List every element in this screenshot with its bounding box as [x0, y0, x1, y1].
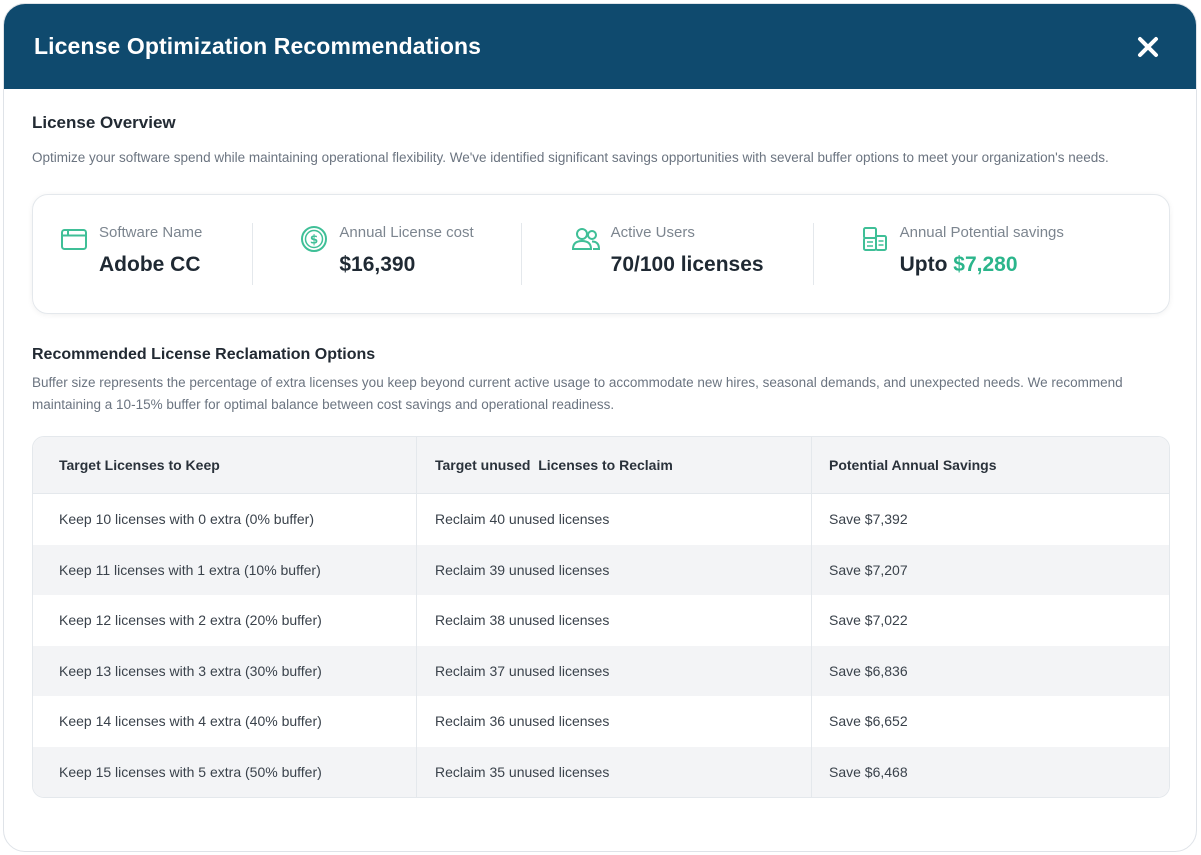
- close-button[interactable]: [1132, 31, 1164, 63]
- savings-cell: Save $6,836: [829, 662, 908, 679]
- reclaim-cell: Reclaim 40 unused licenses: [417, 494, 812, 545]
- modal-title: License Optimization Recommendations: [34, 33, 482, 59]
- stat-divider: [812, 223, 814, 285]
- keep-cell: Keep 11 licenses with 1 extra (10% buffe…: [33, 544, 417, 595]
- savings-cell: Save $6,468: [829, 763, 908, 780]
- column-header-reclaim: Target unused Licenses to Reclaim: [417, 437, 812, 493]
- savings-prefix: Upto: [899, 253, 948, 276]
- savings-stack-icon: [862, 227, 887, 251]
- keep-cell: Keep 13 licenses with 3 extra (30% buffe…: [33, 645, 417, 696]
- reclaim-cell: Reclaim 37 unused licenses: [417, 645, 812, 696]
- potential-savings-value: Upto $7,280: [900, 253, 1064, 277]
- reclamation-description: Buffer size represents the percentage of…: [32, 375, 1123, 412]
- stat-divider: [520, 223, 522, 285]
- savings-cell: Save $7,022: [829, 612, 908, 629]
- svg-text:$: $: [310, 233, 318, 247]
- software-name-label: Software Name: [99, 224, 203, 241]
- savings-cell: Save $7,207: [829, 561, 908, 578]
- license-overview-title: License Overview: [32, 113, 176, 132]
- savings-cell: Save $6,652: [829, 713, 908, 730]
- overview-card: Software Name Adobe CC $ Annual License …: [32, 194, 1170, 314]
- reclaim-cell: Reclaim 38 unused licenses: [417, 595, 812, 646]
- table-row[interactable]: Keep 11 licenses with 1 extra (10% buffe…: [33, 544, 1169, 595]
- column-header-keep: Target Licenses to Keep: [33, 437, 417, 493]
- stat-software-name: Software Name Adobe CC: [59, 224, 202, 284]
- savings-cell: Save $7,392: [829, 511, 908, 528]
- browser-window-icon: [61, 229, 87, 250]
- reclaim-cell: Reclaim 36 unused licenses: [417, 696, 812, 747]
- annual-cost-label: Annual License cost: [339, 224, 474, 241]
- potential-savings-label: Annual Potential savings: [899, 224, 1064, 241]
- stat-annual-cost: $ Annual License cost $16,390: [299, 224, 474, 284]
- active-users-value: 70/100 licenses: [610, 253, 764, 276]
- dollar-coin-icon: $: [301, 226, 328, 252]
- stat-potential-savings: Annual Potential savings Upto $7,280: [860, 224, 1064, 284]
- users-icon: [571, 228, 600, 250]
- table-row[interactable]: Keep 10 licenses with 0 extra (0% buffer…: [33, 494, 1169, 545]
- column-header-savings: Potential Annual Savings: [829, 457, 997, 473]
- stat-divider: [252, 223, 254, 285]
- modal-body: License Overview Optimize your software …: [4, 89, 1196, 798]
- table-row[interactable]: Keep 13 licenses with 3 extra (30% buffe…: [33, 645, 1169, 696]
- table-row[interactable]: Keep 12 licenses with 2 extra (20% buffe…: [33, 595, 1169, 646]
- keep-cell: Keep 15 licenses with 5 extra (50% buffe…: [33, 746, 417, 797]
- software-name-value: Adobe CC: [99, 253, 201, 276]
- reclaim-cell: Reclaim 35 unused licenses: [417, 746, 812, 797]
- reclamation-table: Target Licenses to Keep Target unused Li…: [32, 436, 1170, 798]
- keep-cell: Keep 10 licenses with 0 extra (0% buffer…: [33, 494, 417, 545]
- license-overview-description: Optimize your software spend while maint…: [32, 150, 1109, 165]
- reclaim-cell: Reclaim 39 unused licenses: [417, 544, 812, 595]
- license-optimization-modal: License Optimization Recommendations Lic…: [3, 3, 1197, 852]
- stat-active-users: Active Users 70/100 licenses: [571, 224, 764, 284]
- table-header-row: Target Licenses to Keep Target unused Li…: [33, 437, 1169, 494]
- annual-cost-value: $16,390: [339, 253, 416, 276]
- keep-cell: Keep 14 licenses with 4 extra (40% buffe…: [33, 696, 417, 747]
- savings-amount: $7,280: [953, 253, 1018, 276]
- table-row[interactable]: Keep 14 licenses with 4 extra (40% buffe…: [33, 696, 1169, 747]
- reclamation-title: Recommended License Reclamation Options: [32, 346, 376, 363]
- table-row[interactable]: Keep 15 licenses with 5 extra (50% buffe…: [33, 746, 1169, 797]
- modal-header: License Optimization Recommendations: [4, 4, 1196, 89]
- keep-cell: Keep 12 licenses with 2 extra (20% buffe…: [33, 595, 417, 646]
- close-icon: [1138, 36, 1158, 57]
- active-users-label: Active Users: [610, 224, 695, 241]
